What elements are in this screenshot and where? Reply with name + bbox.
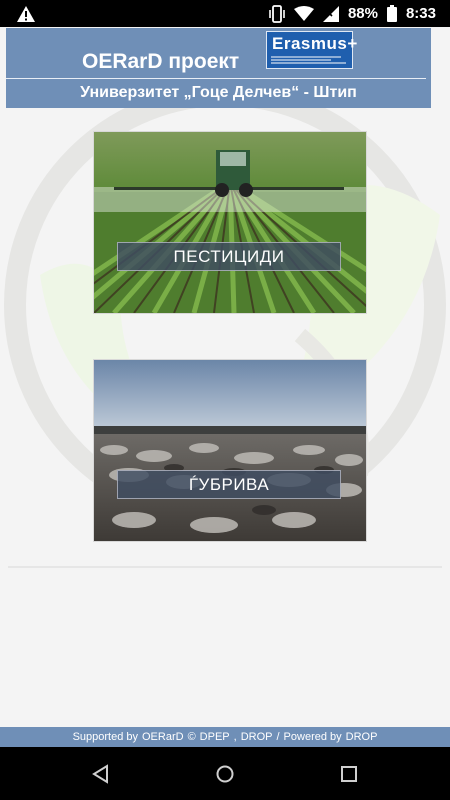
status-bar: 88% 8:33 (0, 0, 450, 27)
erasmus-logo: Erasmus+ (266, 31, 357, 69)
battery-percent: 88% (347, 5, 378, 22)
rocky-field-photo (94, 360, 366, 541)
home-icon[interactable] (212, 761, 238, 787)
fertilizers-label: ЃУБРИВА (117, 470, 341, 499)
footer-link-drop-powered[interactable]: DROP (346, 731, 378, 743)
app-header: OERarD проект Erasmus+ Универзитет „Гоце… (6, 28, 431, 108)
warning-triangle-icon (16, 4, 36, 24)
footer-link-drop[interactable]: DROP (241, 731, 273, 743)
footer-link-dpep[interactable]: DPEP (200, 731, 230, 743)
university-subtitle: Универзитет „Гоце Делчев“ - Штип (80, 84, 357, 101)
signal-icon (322, 5, 339, 22)
footer: Supported by OERarD © DPEP , DROP / Powe… (0, 727, 450, 747)
footer-link-oerard[interactable]: OERarD (142, 731, 184, 743)
tractor-spraying-field-photo (94, 132, 366, 313)
footer-powered-by: Powered by (283, 731, 342, 743)
back-icon[interactable] (88, 761, 114, 787)
header-divider (6, 78, 426, 79)
android-nav-bar (0, 747, 450, 800)
footer-comma: , (233, 731, 237, 743)
footer-supported-by: Supported by (72, 731, 138, 743)
app-title: OERarD проект (82, 50, 240, 73)
battery-icon (386, 5, 397, 22)
footer-slash: / (276, 731, 280, 743)
pesticides-label: ПЕСТИЦИДИ (117, 242, 341, 271)
clock: 8:33 (405, 5, 436, 22)
erasmus-logo-text: Erasmus+ (272, 34, 358, 53)
fertilizers-card[interactable]: ЃУБРИВА (93, 359, 367, 542)
content-divider (8, 566, 442, 568)
erasmus-stars-icon (271, 56, 346, 64)
recents-icon[interactable] (336, 761, 362, 787)
footer-copyright: © (187, 731, 196, 743)
pesticides-card[interactable]: ПЕСТИЦИДИ (93, 131, 367, 314)
wifi-icon (293, 5, 314, 22)
vibrate-icon (269, 4, 285, 23)
